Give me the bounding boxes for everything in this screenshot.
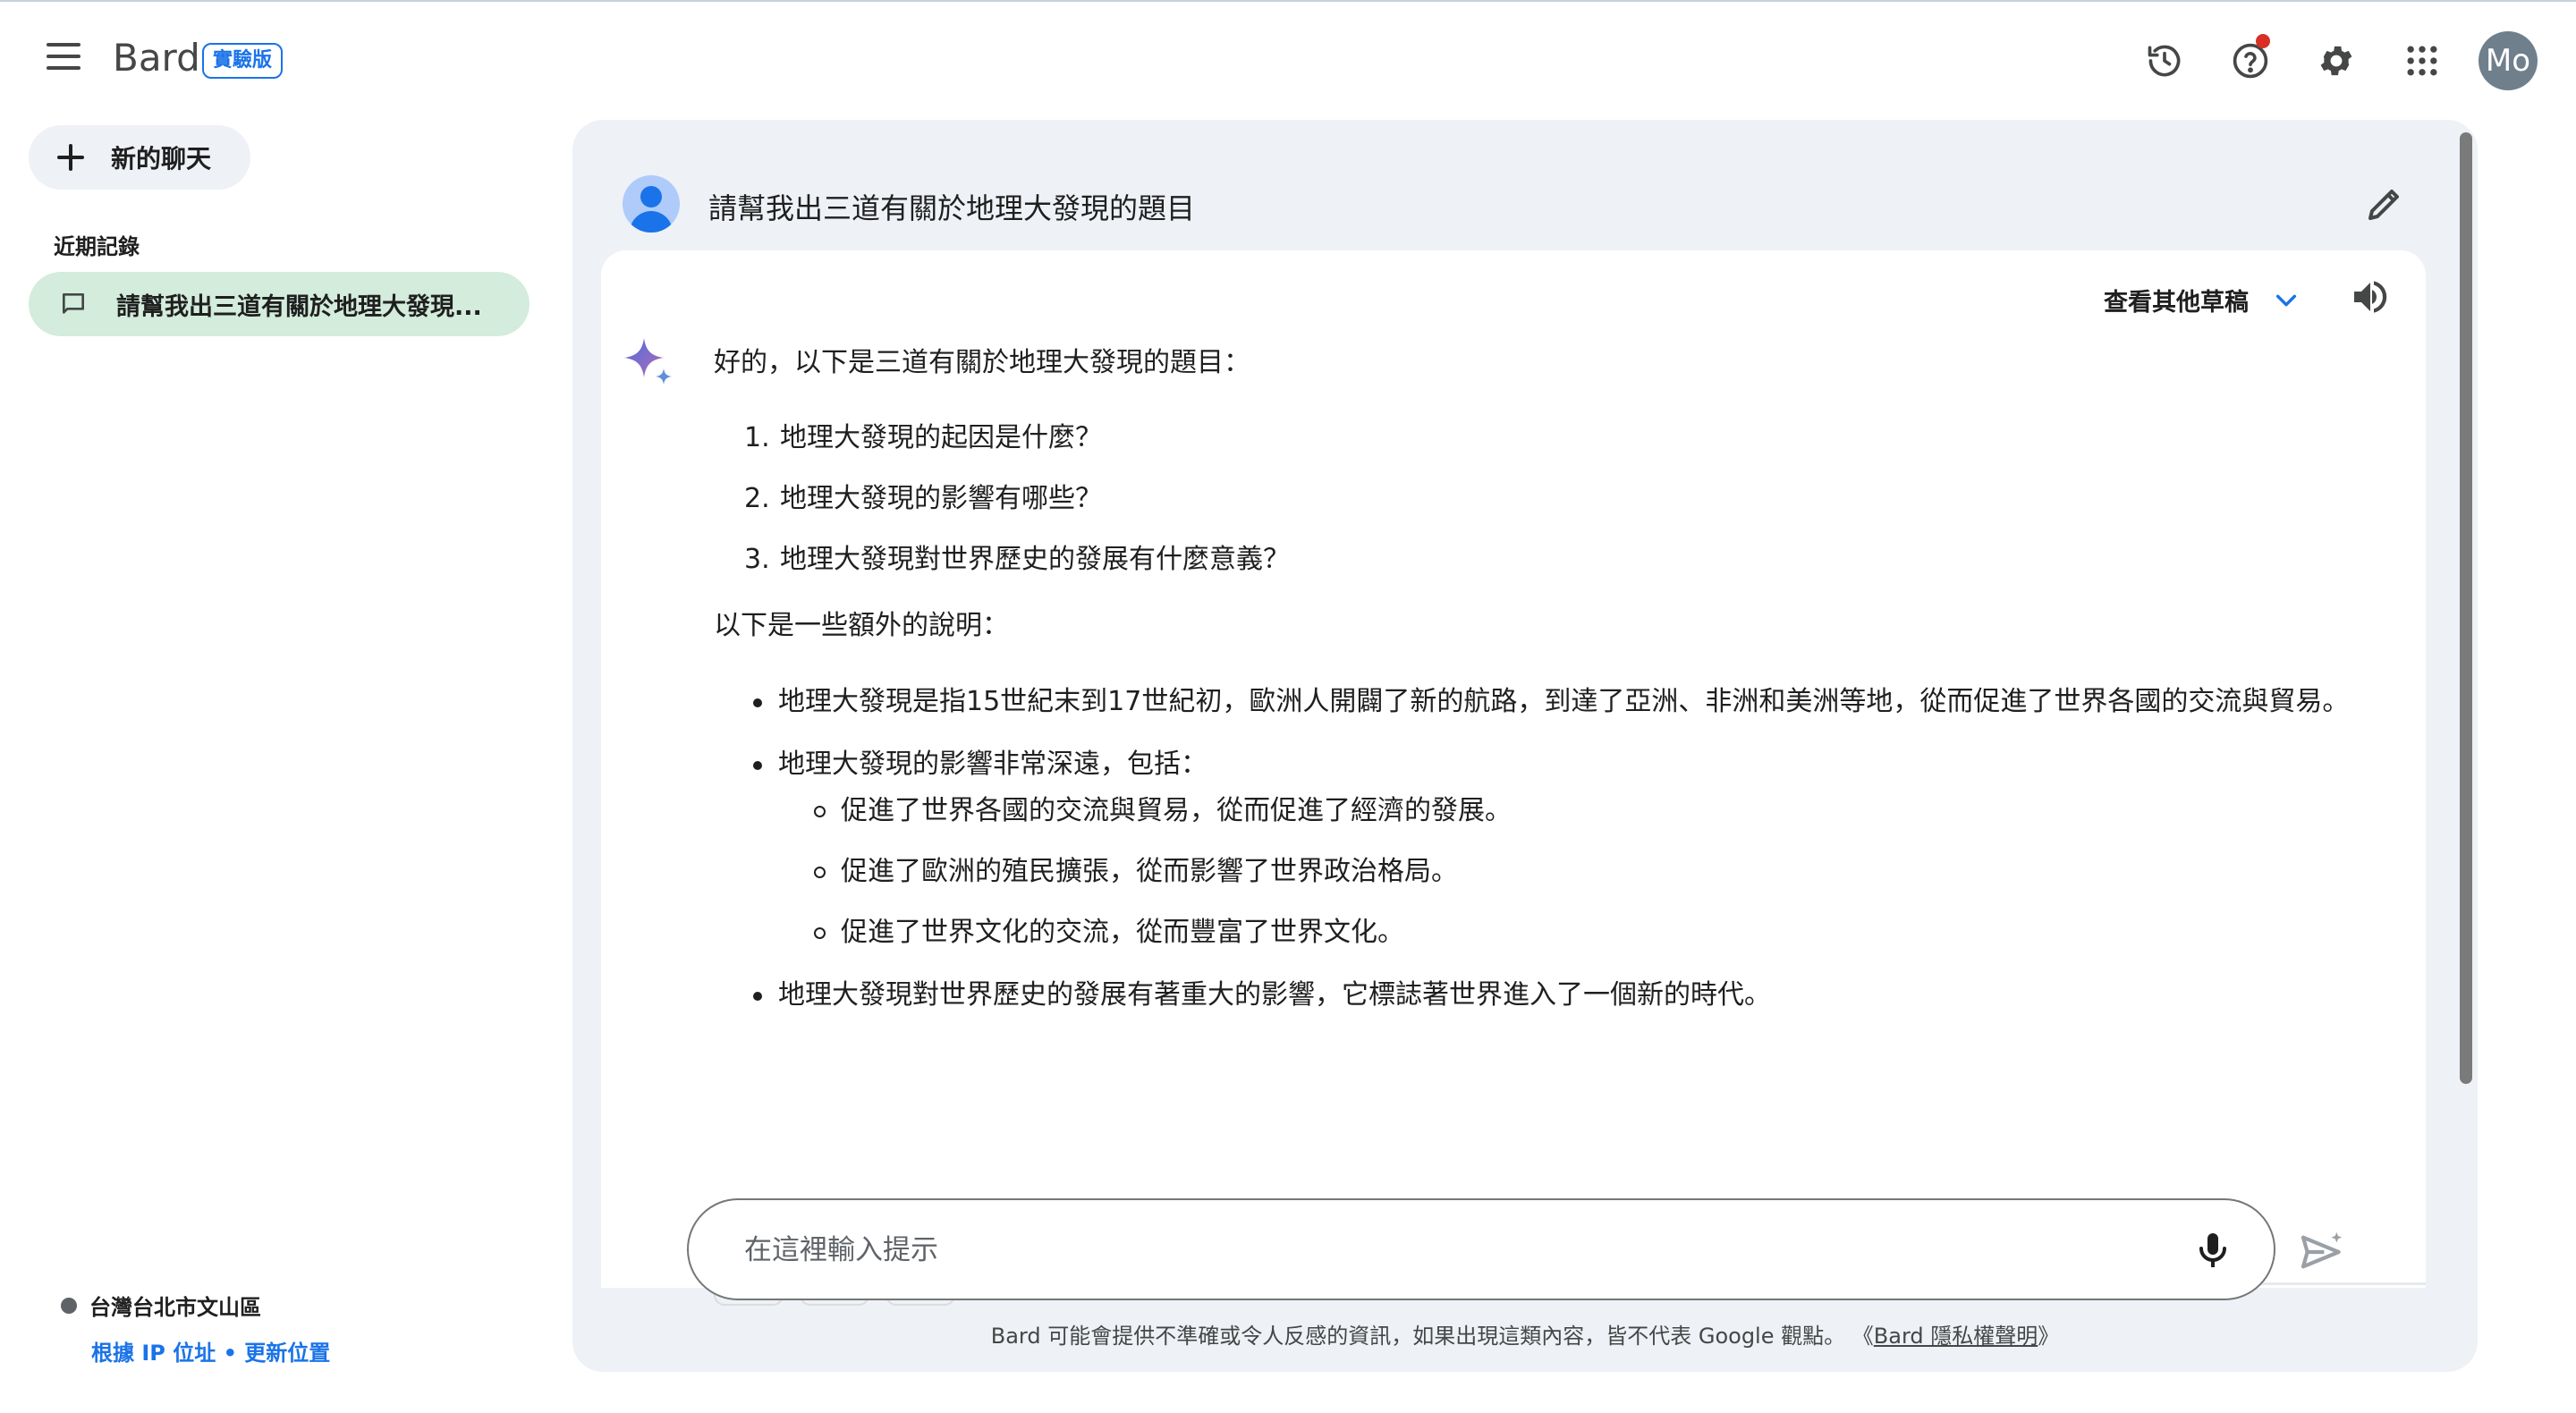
sub-list-item: 促進了世界各國的交流與貿易，從而促進了經濟的發展。 bbox=[814, 791, 2351, 832]
chat-bubble-icon bbox=[63, 293, 84, 314]
recent-chat-label: 請幫我出三道有關於地理大發現... bbox=[116, 292, 482, 321]
recent-chat-item[interactable]: 請幫我出三道有關於地理大發現... bbox=[29, 272, 530, 336]
location-info: 台灣台北市文山區 根據 IP 位址 • 更新位置 bbox=[61, 1290, 330, 1366]
view-drafts-button[interactable]: 查看其他草稿 bbox=[2104, 283, 2301, 317]
recent-title: 近期記錄 bbox=[54, 234, 140, 259]
sub-list-item: 促進了歐洲的殖民擴張，從而影響了世界政治格局。 bbox=[814, 851, 2351, 893]
response-intro: 好的，以下是三道有關於地理大發現的題目： bbox=[714, 347, 1250, 378]
view-drafts-label: 查看其他草稿 bbox=[2104, 289, 2249, 317]
user-prompt-text: 請幫我出三道有關於地理大發現的題目 bbox=[708, 191, 1196, 225]
new-chat-label: 新的聊天 bbox=[111, 144, 212, 173]
response-body: 好的，以下是三道有關於地理大發現的題目： 1. 地理大發現的起因是什麼？ 2. 地理… bbox=[714, 343, 2351, 1037]
notes-list: 地理大發現是指15世紀末到17世紀初，歐洲人開闢了新的航路，到達了亞洲、非洲和美… bbox=[753, 681, 2351, 1016]
question-item: 3. 地理大發現對世界歷史的發展有什麼意義？ bbox=[744, 544, 1290, 575]
impact-sublist: 促進了世界各國的交流與貿易，從而促進了經濟的發展。 促進了歐洲的殖民擴張，從而影… bbox=[814, 791, 2351, 953]
apps-grid-icon[interactable] bbox=[2390, 29, 2454, 93]
plus-icon bbox=[57, 144, 84, 171]
extra-notes-intro: 以下是一些額外的說明： bbox=[714, 610, 1009, 641]
edit-pencil-icon[interactable] bbox=[2363, 182, 2406, 225]
privacy-close-bracket: 》 bbox=[2038, 1324, 2060, 1349]
top-actions: Mo bbox=[2111, 29, 2540, 93]
new-chat-button[interactable]: 新的聊天 bbox=[29, 125, 250, 190]
list-item: 地理大發現是指15世紀末到17世紀初，歐洲人開闢了新的航路，到達了亞洲、非洲和美… bbox=[753, 681, 2351, 723]
user-avatar-icon bbox=[623, 175, 680, 233]
send-icon[interactable] bbox=[2297, 1227, 2347, 1277]
privacy-link[interactable]: Bard 隱私權聲明 bbox=[1874, 1324, 2038, 1349]
question-item: 1. 地理大發現的起因是什麼？ bbox=[744, 422, 1102, 453]
disclaimer-text: Bard 可能會提供不準確或令人反感的資訊，如果出現這類內容，皆不代表 Goog… bbox=[990, 1324, 1846, 1349]
disclaimer: Bard 可能會提供不準確或令人反感的資訊，如果出現這類內容，皆不代表 Goog… bbox=[572, 1318, 2478, 1350]
main-menu-icon[interactable] bbox=[41, 43, 86, 79]
chevron-down-icon bbox=[2275, 294, 2297, 306]
location-separator: • bbox=[216, 1341, 245, 1366]
ip-location-link[interactable]: 根據 IP 位址 bbox=[91, 1341, 216, 1366]
question-list: 1. 地理大發現的起因是什麼？ 2. 地理大發現的影響有哪些？ 3. 地理大發現對世界… bbox=[744, 419, 2351, 580]
bard-sparkle-icon bbox=[624, 338, 672, 385]
question-item: 2. 地理大發現的影響有哪些？ bbox=[744, 483, 1102, 514]
brand-logo: Bard bbox=[113, 36, 200, 80]
scrollbar[interactable] bbox=[2460, 120, 2476, 1372]
avatar: Mo bbox=[2479, 31, 2538, 90]
settings-icon[interactable] bbox=[2304, 29, 2368, 93]
account-button[interactable]: Mo bbox=[2476, 29, 2540, 93]
sub-list-item: 促進了世界文化的交流，從而豐富了世界文化。 bbox=[814, 912, 2351, 953]
scrollbar-thumb[interactable] bbox=[2460, 132, 2472, 1084]
microphone-icon[interactable] bbox=[2191, 1229, 2234, 1272]
privacy-open-bracket: 《 bbox=[1852, 1324, 1874, 1349]
top-bar: Bard 實驗版 Mo bbox=[0, 2, 2576, 118]
location-dot-icon bbox=[61, 1297, 77, 1314]
prompt-input[interactable] bbox=[744, 1227, 2140, 1273]
update-location-link[interactable]: 更新位置 bbox=[244, 1341, 330, 1366]
experiment-badge: 實驗版 bbox=[202, 43, 284, 79]
list-item: 地理大發現的影響非常深遠，包括： 促進了世界各國的交流與貿易，從而促進了經濟的發… bbox=[753, 744, 2351, 953]
prompt-input-box[interactable] bbox=[687, 1198, 2275, 1300]
speaker-icon[interactable] bbox=[2349, 275, 2392, 318]
history-icon[interactable] bbox=[2132, 29, 2197, 93]
help-icon[interactable] bbox=[2218, 29, 2283, 93]
location-place: 台灣台北市文山區 bbox=[89, 1295, 261, 1320]
response-card: 查看其他草稿 好的，以下是三道有關於地理大發現的題目： 1. 地理大發現的起因是… bbox=[601, 250, 2426, 1306]
notification-dot bbox=[2256, 34, 2270, 48]
list-item: 地理大發現對世界歷史的發展有著重大的影響，它標誌著世界進入了一個新的時代。 bbox=[753, 975, 2351, 1016]
chat-panel: 請幫我出三道有關於地理大發現的題目 查看其他草稿 好的，以下是三道有關於地理大發… bbox=[572, 120, 2478, 1372]
